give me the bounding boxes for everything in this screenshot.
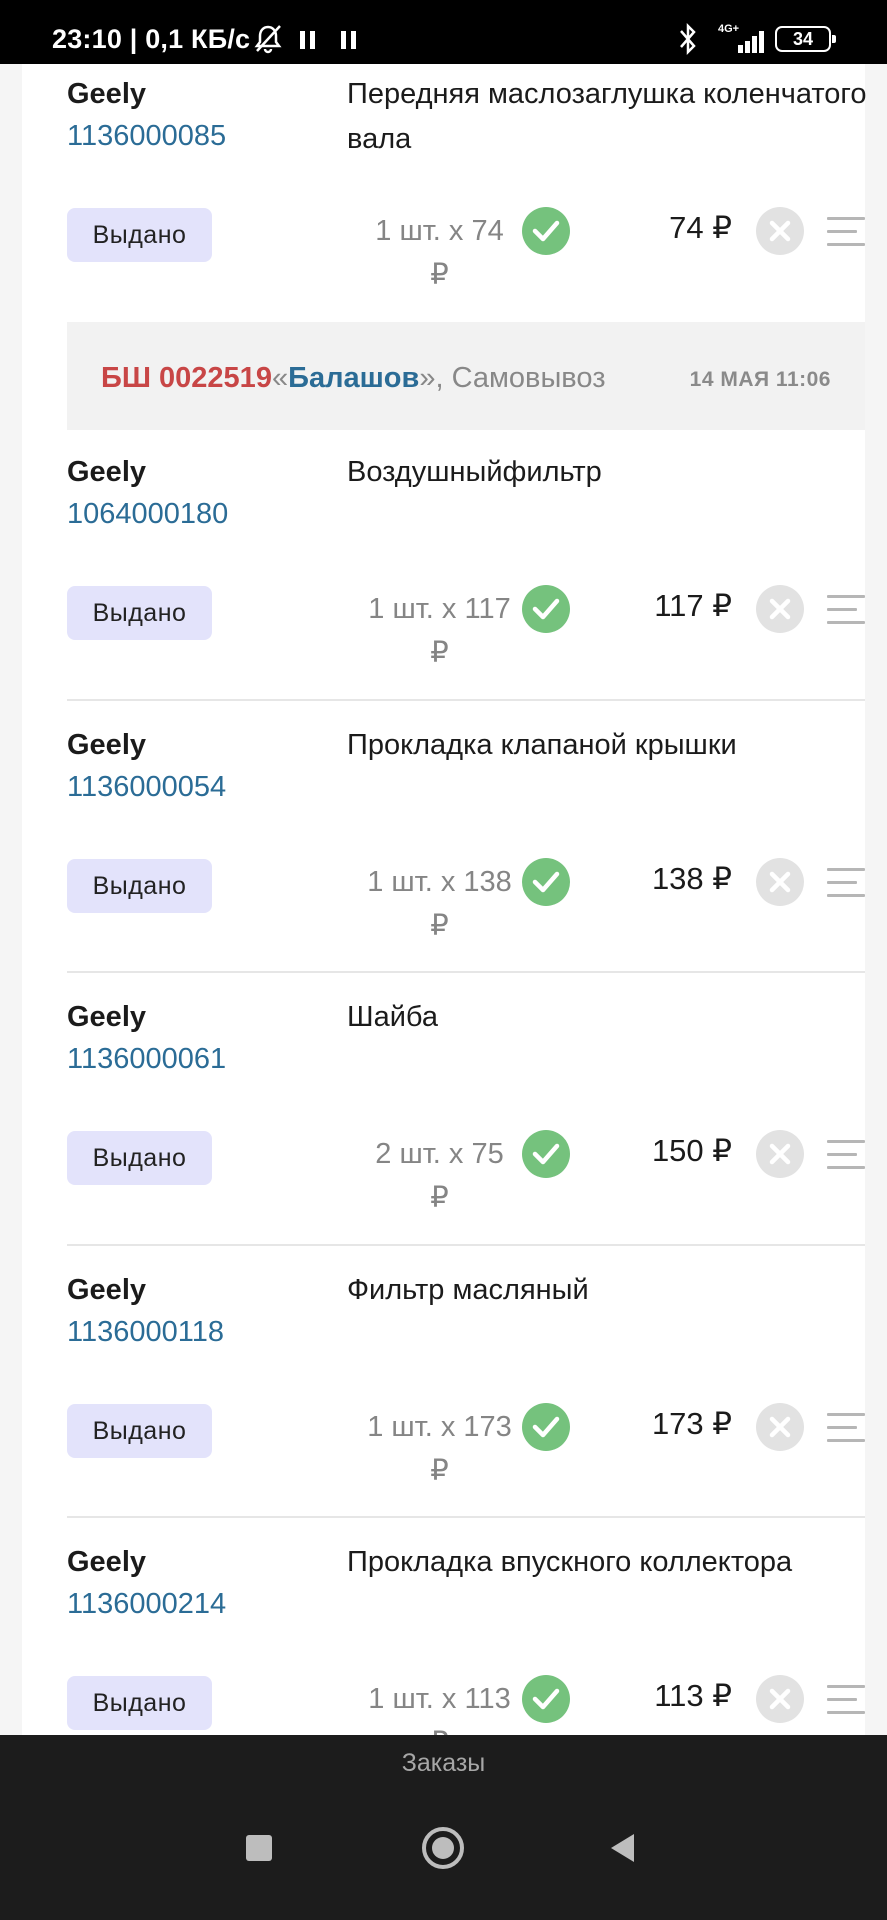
item-brand: Geely [67,456,146,488]
status-button[interactable]: Выдано [67,1404,212,1458]
item-quantity: 1 шт. x 173 ₽ [352,1405,527,1493]
check-icon[interactable] [522,1130,570,1178]
bluetooth-icon [680,22,696,56]
order-title: БШ 0022519«Балашов», Самовывоз [101,362,606,395]
qty-currency: ₽ [430,1455,449,1487]
home-icon[interactable] [422,1827,464,1869]
item-name: Фильтр масляный [347,1274,589,1306]
item-quantity: 2 шт. x 75 ₽ [352,1132,527,1220]
status-button[interactable]: Выдано [67,859,212,913]
close-icon[interactable] [756,1675,804,1723]
orders-card: Geely 1136000085 Передняя маслозаглушка … [22,64,867,1735]
order-delivery: , Самовывоз [435,362,606,394]
qty-currency: ₽ [430,637,449,669]
check-icon[interactable] [522,585,570,633]
qty-text: 1 шт. x 117 [368,593,511,625]
bell-off-icon [254,25,282,54]
back-icon[interactable] [608,1832,638,1864]
divider [67,699,865,701]
close-icon[interactable] [756,585,804,633]
qty-currency: ₽ [430,259,449,291]
item-name: Шайба [347,1001,438,1033]
close-icon[interactable] [756,1130,804,1178]
item-name: Передняя маслозаглушка коленчатого вала [347,78,867,155]
status-time-speed: 23:10 | 0,1 КБ/с [52,24,251,54]
close-icon[interactable] [756,858,804,906]
item-total: 113 ₽ [654,1678,732,1713]
drag-handle-icon[interactable] [827,217,865,247]
qty-text: 1 шт. x 173 [367,1411,512,1443]
item-total: 117 ₽ [654,588,732,623]
quote-close: » [419,362,436,394]
qty-text: 1 шт. x 74 [375,215,504,247]
qty-currency: ₽ [430,910,449,942]
status-bar: 23:10 | 0,1 КБ/с 4G+ 34 [0,0,887,64]
bottom-tab-bar: Заказы [0,1735,887,1795]
item-quantity: 1 шт. x 113 ₽ [352,1677,527,1735]
check-icon[interactable] [522,1675,570,1723]
quote-open: « [271,362,289,394]
status-button[interactable]: Выдано [67,1131,212,1185]
battery-icon: 34 [775,26,836,52]
signal-icon: 4G+ [718,23,768,53]
item-quantity: 1 шт. x 138 ₽ [352,860,527,948]
close-icon[interactable] [756,1403,804,1451]
item-article[interactable]: 1136000214 [67,1588,226,1621]
item-total: 74 ₽ [669,210,732,245]
qty-text: 2 шт. x 75 [375,1138,504,1170]
order-header[interactable]: БШ 0022519«Балашов», Самовывоз 14 МАЯ 11… [67,322,865,430]
check-icon[interactable] [522,207,570,255]
divider [67,1244,865,1246]
order-store: Балашов [288,362,420,394]
qty-currency: ₽ [430,1182,449,1214]
check-icon[interactable] [522,858,570,906]
item-brand: Geely [67,1001,146,1033]
close-icon[interactable] [756,207,804,255]
system-nav-bar [0,1795,887,1920]
divider [67,971,865,973]
qty-currency: ₽ [430,1727,448,1735]
item-total: 138 ₽ [651,861,732,896]
item-brand: Geely [67,78,146,110]
drag-handle-icon[interactable] [827,1140,865,1170]
drag-handle-icon[interactable] [827,1413,865,1443]
item-total: 173 ₽ [651,1406,732,1441]
qty-text: 1 шт. x 113 [368,1683,511,1715]
item-quantity: 1 шт. x 74 ₽ [352,209,527,297]
item-quantity: 1 шт. x 117 ₽ [352,587,527,675]
item-name: Прокладка клапаной крышки [347,729,737,761]
drag-handle-icon[interactable] [827,595,865,625]
orders-list[interactable]: Geely 1136000085 Передняя маслозаглушка … [0,64,887,1735]
item-article[interactable]: 1064000180 [67,498,228,531]
item-brand: Geely [67,729,146,761]
check-icon[interactable] [522,1403,570,1451]
item-article[interactable]: 1136000054 [67,771,226,804]
battery-level: 34 [792,29,814,49]
status-button[interactable]: Выдано [67,208,212,262]
recents-icon[interactable] [246,1835,272,1861]
item-article[interactable]: 1136000085 [67,120,226,153]
status-button[interactable]: Выдано [67,1676,212,1730]
drag-handle-icon[interactable] [827,1685,865,1715]
status-button[interactable]: Выдано [67,586,212,640]
item-article[interactable]: 1136000118 [67,1316,224,1349]
item-name: Воздушныйфильтр [347,456,602,488]
item-brand: Geely [67,1274,146,1306]
item-article[interactable]: 1136000061 [67,1043,226,1076]
qty-text: 1 шт. x 138 [367,866,512,898]
divider [67,1516,865,1518]
order-date: 14 МАЯ 11:06 [689,368,831,391]
item-total: 150 ₽ [651,1133,732,1168]
pause-icon [341,31,357,49]
item-brand: Geely [67,1546,146,1578]
pause-icon [300,31,316,49]
drag-handle-icon[interactable] [827,868,865,898]
tab-orders[interactable]: Заказы [0,1749,887,1778]
order-number: БШ 0022519 [101,362,272,394]
item-name: Прокладка впускного коллектора [347,1546,793,1578]
